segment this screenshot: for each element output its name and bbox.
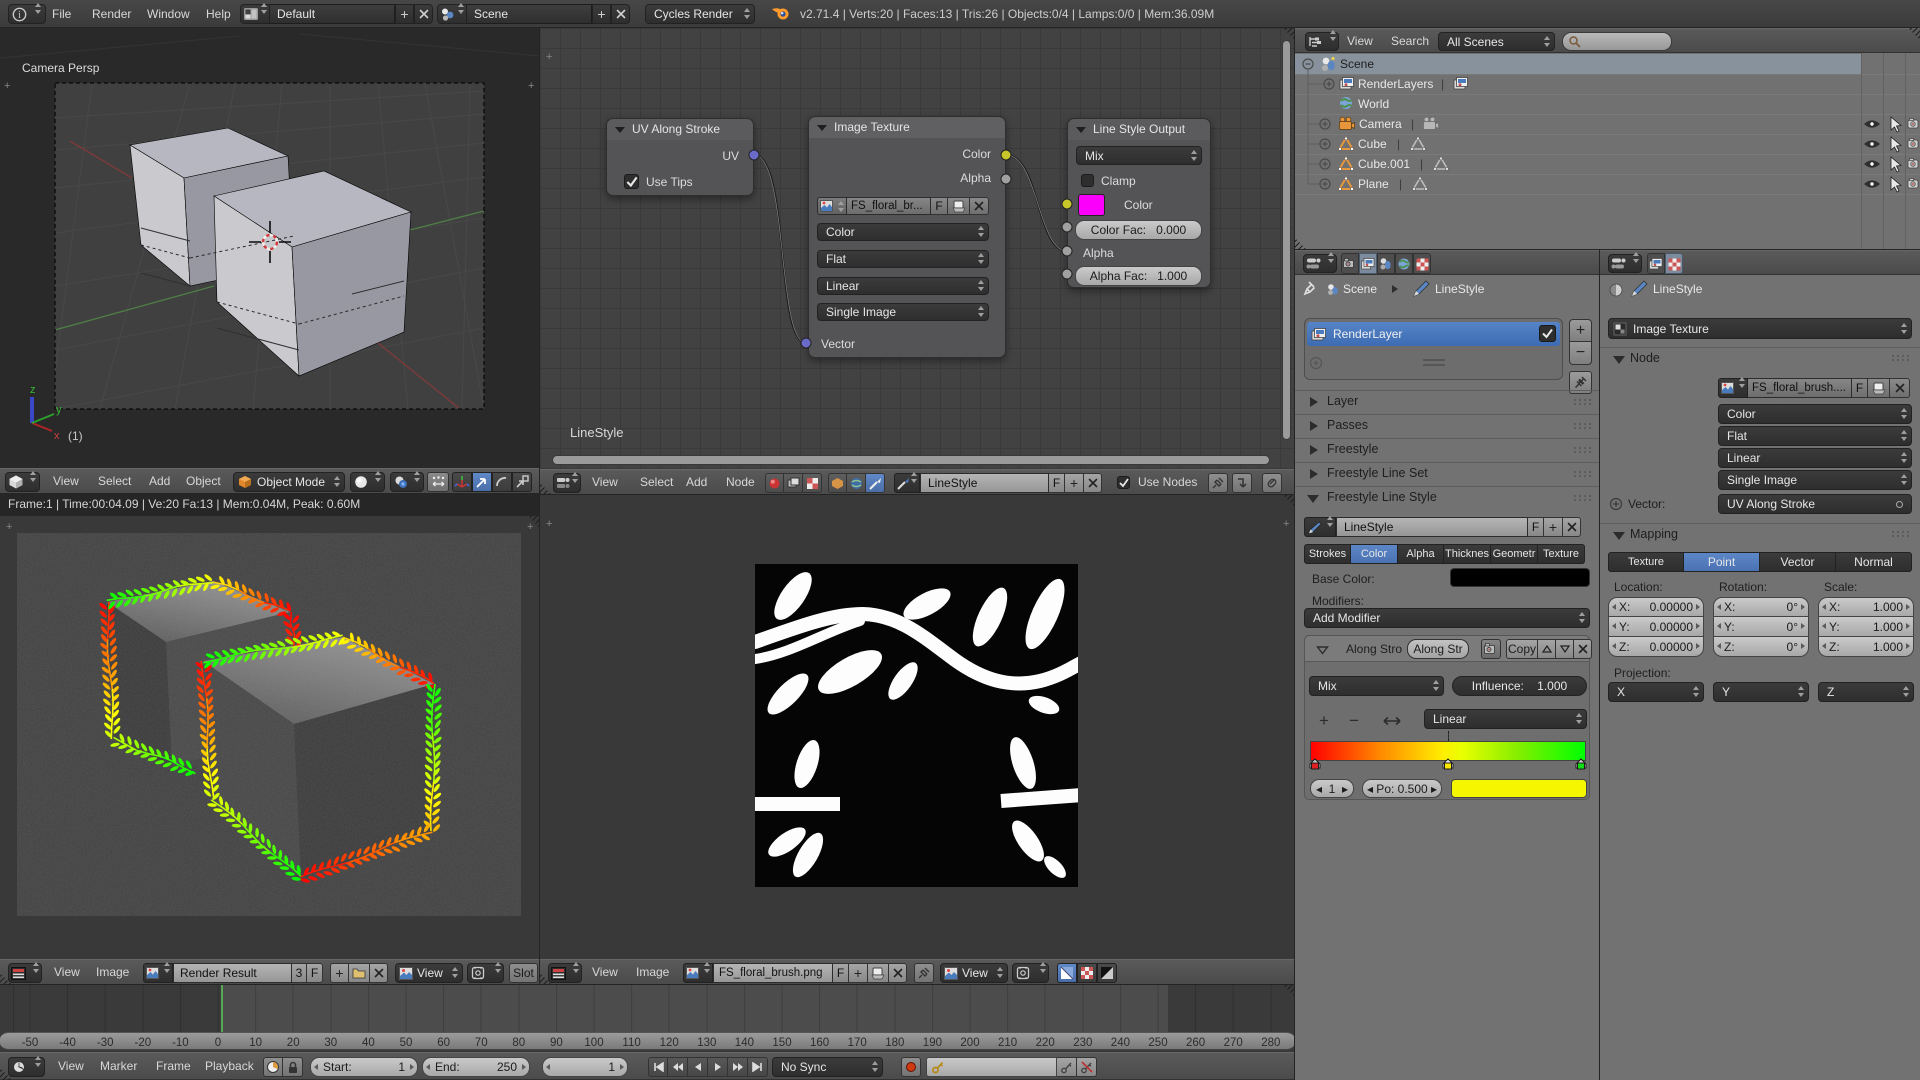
svg-text:-30: -30 [97,1037,114,1049]
svg-text:(1): (1) [68,429,83,443]
svg-text:+: + [527,521,533,533]
svg-text:-10: -10 [172,1037,189,1049]
svg-text:220: 220 [1036,1037,1055,1049]
svg-text:270: 270 [1224,1037,1243,1049]
svg-text:World: World [1358,97,1389,111]
svg-text:-50: -50 [22,1037,39,1049]
svg-text:190: 190 [923,1037,942,1049]
svg-text:Plane: Plane [1358,177,1389,191]
svg-text:|: | [1420,157,1423,171]
svg-text:+: + [528,80,534,92]
svg-text:160: 160 [810,1037,829,1049]
svg-text:LineStyle: LineStyle [570,425,623,440]
svg-text:Cube: Cube [1358,137,1387,151]
svg-text:Cube.001: Cube.001 [1358,157,1410,171]
svg-text:170: 170 [848,1037,867,1049]
svg-text:40: 40 [362,1037,375,1049]
svg-text:Camera: Camera [1359,117,1402,131]
svg-text:z: z [30,384,36,396]
svg-text:110: 110 [622,1037,640,1049]
svg-text:210: 210 [998,1037,1017,1049]
svg-text:i: i [18,10,21,21]
svg-text:20: 20 [287,1037,300,1049]
svg-text:-40: -40 [59,1037,76,1049]
svg-text:120: 120 [660,1037,679,1049]
svg-text:|: | [1397,137,1400,151]
svg-text:RenderLayers: RenderLayers [1358,77,1433,91]
svg-text:Scene: Scene [1340,57,1374,71]
svg-text:-20: -20 [134,1037,151,1049]
svg-text:0: 0 [215,1037,221,1049]
svg-text:30: 30 [324,1037,337,1049]
svg-text:y: y [56,404,62,416]
svg-text:280: 280 [1261,1037,1280,1049]
svg-text:140: 140 [735,1037,754,1049]
svg-text:90: 90 [550,1037,563,1049]
svg-text:240: 240 [1111,1037,1130,1049]
svg-text:80: 80 [512,1037,525,1049]
svg-text:200: 200 [960,1037,979,1049]
svg-text:230: 230 [1073,1037,1092,1049]
svg-text:60: 60 [437,1037,450,1049]
svg-text:+: + [1283,518,1289,530]
svg-text:|: | [1441,77,1444,91]
svg-text:50: 50 [400,1037,413,1049]
svg-text:130: 130 [697,1037,716,1049]
svg-text:100: 100 [584,1037,603,1049]
svg-text:+: + [546,518,552,530]
svg-text:150: 150 [772,1037,791,1049]
svg-text:x: x [54,430,60,442]
svg-text:+: + [4,80,10,92]
svg-text:Camera Persp: Camera Persp [22,61,100,75]
svg-text:+: + [6,521,12,533]
svg-text:|: | [1411,117,1414,131]
svg-text:Scene: Scene [1343,282,1377,296]
svg-text:+: + [546,51,552,63]
svg-text:|: | [1399,177,1402,191]
svg-text:10: 10 [249,1037,262,1049]
svg-text:LineStyle: LineStyle [1435,282,1485,296]
svg-text:LineStyle: LineStyle [1653,282,1703,296]
svg-text:260: 260 [1186,1037,1205,1049]
svg-text:250: 250 [1148,1037,1167,1049]
svg-text:70: 70 [475,1037,488,1049]
svg-text:180: 180 [885,1037,904,1049]
